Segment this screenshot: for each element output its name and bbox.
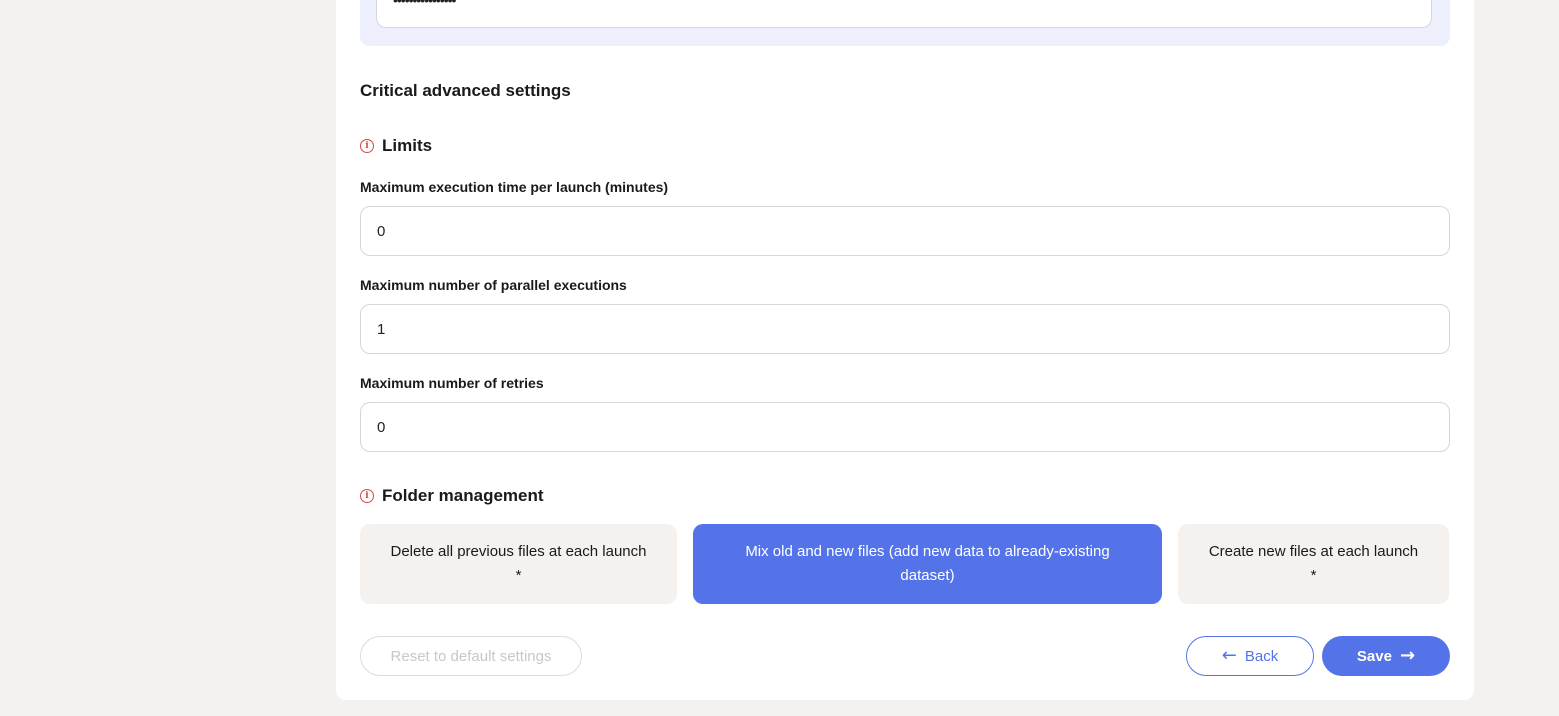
- info-icon[interactable]: i: [360, 489, 374, 503]
- option-create-new-files[interactable]: Create new files at each launch *: [1178, 524, 1449, 604]
- back-button[interactable]: ← Back: [1186, 636, 1314, 676]
- max-parallel-executions-label: Maximum number of parallel executions: [360, 277, 627, 293]
- option-delete-previous-files[interactable]: Delete all previous files at each launch…: [360, 524, 677, 604]
- option-mix-old-and-new-files[interactable]: Mix old and new files (add new data to a…: [693, 524, 1162, 604]
- credentials-panel: ••••••••••••••••: [360, 0, 1450, 46]
- folder-management-heading: i Folder management: [360, 486, 544, 506]
- back-label: Back: [1244, 647, 1279, 665]
- max-execution-time-input[interactable]: [360, 206, 1450, 256]
- info-icon[interactable]: i: [360, 139, 374, 153]
- settings-card: •••••••••••••••• Critical advanced setti…: [336, 0, 1474, 700]
- max-execution-time-label: Maximum execution time per launch (minut…: [360, 179, 669, 195]
- arrow-left-icon: ←: [1221, 645, 1237, 666]
- save-label: Save: [1356, 647, 1392, 665]
- limits-title: Limits: [382, 136, 433, 155]
- folder-management-title: Folder management: [382, 486, 544, 505]
- option-label: Delete all previous files at each launch…: [390, 543, 647, 584]
- max-retries-label: Maximum number of retries: [360, 375, 544, 391]
- max-parallel-executions-input[interactable]: [360, 304, 1450, 354]
- arrow-right-icon: →: [1399, 645, 1416, 666]
- option-label: Mix old and new files (add new data to a…: [745, 543, 1110, 584]
- password-field[interactable]: ••••••••••••••••: [376, 0, 1432, 28]
- option-label: Create new files at each launch *: [1208, 543, 1419, 584]
- save-button[interactable]: Save →: [1322, 636, 1450, 676]
- max-retries-input[interactable]: [360, 402, 1450, 452]
- critical-settings-title: Critical advanced settings: [360, 81, 571, 100]
- reset-defaults-button[interactable]: Reset to default settings: [360, 636, 582, 676]
- limits-heading: i Limits: [360, 136, 432, 156]
- reset-label: Reset to default settings: [390, 647, 552, 665]
